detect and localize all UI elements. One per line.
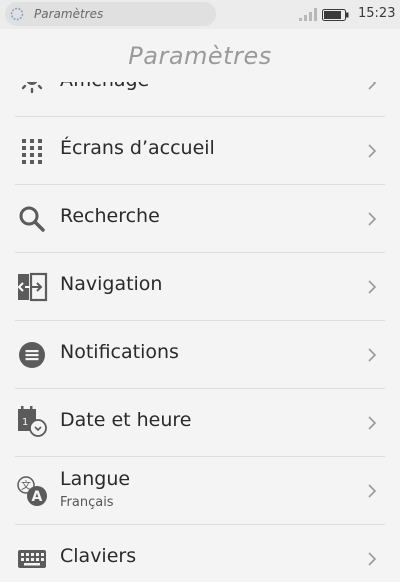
settings-item-sublabel: Français <box>60 495 114 510</box>
settings-item-label: Affichage <box>60 82 149 91</box>
settings-item-search[interactable]: Recherche <box>0 185 400 253</box>
notifications-icon <box>19 342 45 368</box>
settings-item-label: Date et heure <box>60 409 192 431</box>
settings-item-label: Écrans d’accueil <box>60 137 215 159</box>
settings-item-navigation[interactable]: Navigation <box>0 253 400 321</box>
chevron-right-icon <box>368 416 377 430</box>
clock: 15:23 <box>358 6 396 21</box>
search-icon <box>19 206 45 232</box>
brightness-icon <box>21 82 43 94</box>
signal-icon <box>299 8 317 21</box>
settings-item-label: Navigation <box>60 273 163 295</box>
settings-item-display[interactable]: Affichage <box>0 82 400 117</box>
language-icon: 文 A <box>17 476 47 506</box>
search-pill[interactable]: Paramètres <box>5 2 216 26</box>
settings-item-homescreens[interactable]: Écrans d’accueil <box>0 117 400 185</box>
chevron-right-icon <box>368 280 377 294</box>
chevron-right-icon <box>368 212 377 226</box>
chevron-right-icon <box>368 348 377 362</box>
battery-icon <box>322 9 349 21</box>
status-bar: Paramètres 15:23 <box>0 0 400 29</box>
settings-item-keyboards[interactable]: Claviers <box>0 525 400 582</box>
settings-item-datetime[interactable]: 1 Date et heure <box>0 389 400 457</box>
settings-item-notifications[interactable]: Notifications <box>0 321 400 389</box>
settings-list[interactable]: Affichage Écrans d’accueil Recherche <box>0 82 400 582</box>
settings-item-label: Langue <box>60 468 131 490</box>
grid-icon <box>22 139 42 164</box>
settings-item-label: Recherche <box>60 205 160 227</box>
chevron-right-icon <box>368 82 377 90</box>
svg-text:A: A <box>32 489 43 505</box>
settings-item-label: Claviers <box>60 545 137 567</box>
loading-icon <box>10 7 24 21</box>
keyboard-icon <box>18 550 46 568</box>
settings-item-language[interactable]: 文 A Langue Français <box>0 457 400 525</box>
search-pill-text: Paramètres <box>34 7 104 21</box>
page-title: Paramètres <box>128 42 272 70</box>
chevron-right-icon <box>368 484 377 498</box>
settings-item-label: Notifications <box>60 341 179 363</box>
svg-text:1: 1 <box>22 417 28 428</box>
calendar-clock-icon: 1 <box>18 406 47 437</box>
header: Paramètres <box>0 29 400 82</box>
chevron-right-icon <box>368 552 377 566</box>
navigation-icon <box>17 272 48 302</box>
chevron-right-icon <box>368 144 377 158</box>
